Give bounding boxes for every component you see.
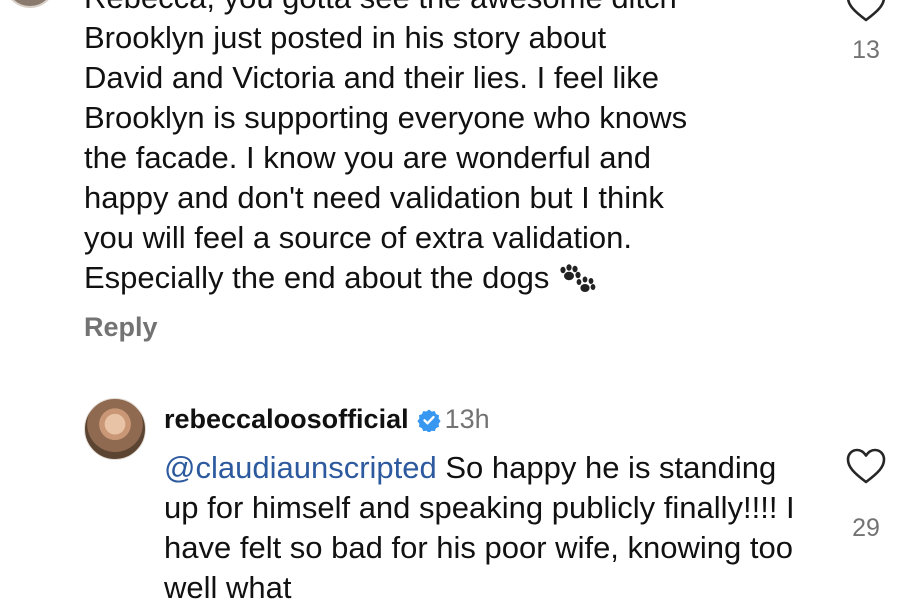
reply-body: @claudiaunscripted So happy he is standi…	[164, 448, 814, 608]
reply-header: rebeccaloosofficial 13h	[164, 402, 490, 440]
commenter-avatar[interactable]	[4, 0, 56, 8]
paw-prints-icon	[557, 264, 597, 304]
reply-avatar[interactable]	[84, 398, 146, 460]
reply-like-count: 29	[852, 514, 880, 542]
reply-username[interactable]: rebeccaloosofficial	[164, 404, 409, 434]
heart-icon[interactable]	[846, 0, 886, 24]
comment-text: Rebecca, you gotta see the awesome ditch…	[84, 0, 688, 295]
reply-button[interactable]: Reply	[84, 312, 158, 343]
comment-like-count: 13	[852, 36, 880, 64]
heart-icon[interactable]	[846, 448, 886, 486]
comment-like-column: 13	[838, 0, 894, 65]
reply-mention[interactable]: @claudiaunscripted	[164, 450, 437, 485]
verified-badge-icon	[417, 406, 441, 440]
reply-like-column: 29	[838, 448, 894, 543]
comment-body: Rebecca, you gotta see the awesome ditch…	[84, 0, 824, 304]
reply-timestamp: 13h	[444, 404, 490, 434]
